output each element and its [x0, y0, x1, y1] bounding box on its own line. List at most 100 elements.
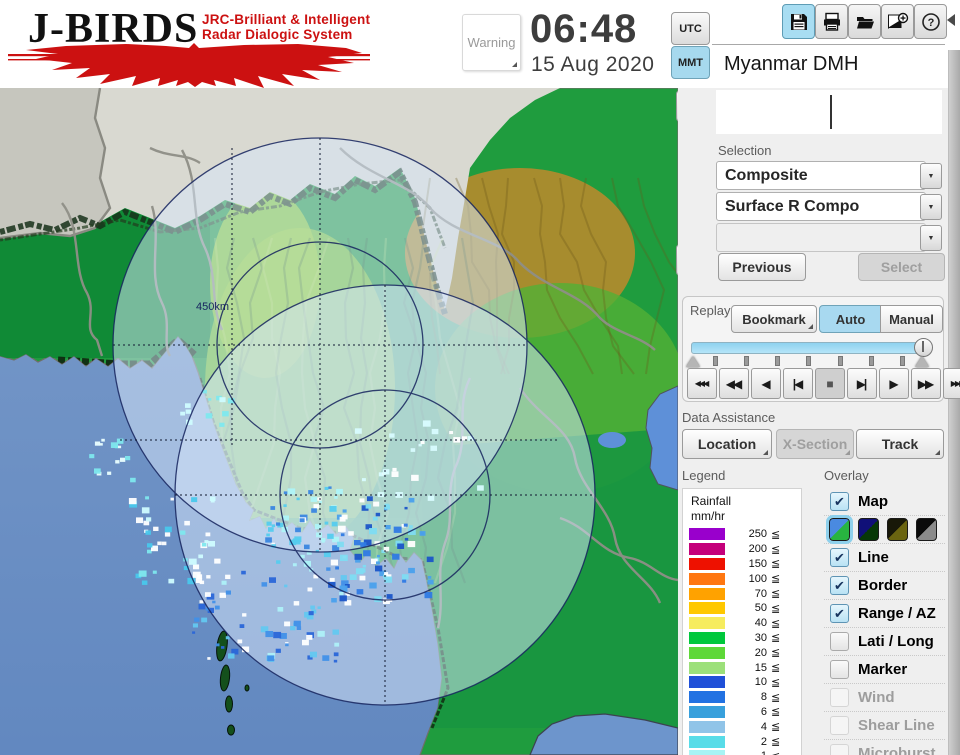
collapse-panel-arrow[interactable] — [947, 14, 955, 26]
location-button[interactable]: Location — [682, 429, 772, 459]
slider-tick — [713, 356, 718, 366]
legend-value: 20 — [754, 646, 767, 659]
replay-slider-track[interactable] — [691, 342, 923, 354]
range-ring-label: 450km — [196, 301, 229, 313]
legend-value: 15 — [754, 661, 767, 674]
legend-row: 50 ≦ — [683, 601, 801, 616]
overlay-row-line: ✔ Line — [824, 544, 945, 572]
checkbox-map[interactable]: ✔ — [830, 492, 849, 511]
dropdown-composite-arrow[interactable]: ▼ — [920, 163, 942, 189]
map-style-swatch-1[interactable] — [826, 515, 853, 544]
radar-map[interactable]: 450km — [0, 88, 678, 755]
help-button[interactable]: ? — [914, 4, 947, 39]
checkbox-microburst — [830, 744, 849, 755]
map-style-swatch-2[interactable] — [858, 518, 879, 541]
step-forward-button[interactable]: ▶| — [847, 368, 877, 399]
replay-slider-handle[interactable] — [914, 338, 933, 357]
save-icon — [790, 13, 807, 30]
previous-button[interactable]: Previous — [718, 253, 806, 281]
x-section-menu-corner — [845, 450, 850, 455]
dropdown-composite[interactable]: Composite — [716, 161, 926, 190]
auto-button[interactable]: Auto — [819, 305, 882, 333]
fast-forward-button[interactable]: ▶▶▶ — [943, 368, 960, 399]
legend-title: Rainfall — [691, 494, 732, 508]
checkbox-line[interactable]: ✔ — [830, 548, 849, 567]
open-folder-button[interactable] — [848, 4, 881, 39]
legend-row: 150 ≦ — [683, 557, 801, 572]
fast-rewind-button[interactable]: ◀◀◀ — [687, 368, 717, 399]
legend-value: 70 — [754, 587, 767, 600]
checkbox-border[interactable]: ✔ — [830, 576, 849, 595]
map-style-swatch-3[interactable] — [887, 518, 908, 541]
save-button[interactable] — [782, 4, 815, 39]
dropdown-empty-arrow[interactable]: ▼ — [920, 225, 942, 251]
legend-row: 1≦ — [683, 749, 801, 755]
legend-color-swatch — [689, 528, 725, 541]
checkbox-range-az[interactable]: ✔ — [830, 604, 849, 623]
header-bar: J-BIRDS JRC-Brilliant & Intelligent Rada… — [0, 0, 960, 88]
legend-color-swatch — [689, 587, 725, 600]
dropdown-product-arrow[interactable]: ▼ — [920, 194, 942, 220]
overlay-label: Overlay — [824, 468, 869, 483]
legend-value: 8 — [760, 691, 767, 704]
replay-group: Replay Bookmark Auto Manual ◀◀◀ ◀◀ ◀ |◀ ■ ▶| ▶… — [682, 296, 960, 402]
bookmark-menu-corner — [808, 324, 813, 329]
legend-row: 40 ≦ — [683, 616, 801, 631]
legend-value: 250 — [748, 528, 767, 541]
capture-button[interactable] — [881, 4, 914, 39]
utc-button[interactable]: UTC — [671, 12, 710, 45]
legend-lte-symbol: ≦ — [771, 573, 781, 586]
play-backward-button[interactable]: ◀ — [751, 368, 781, 399]
legend-color-swatch — [689, 691, 725, 704]
legend-color-swatch — [689, 750, 725, 755]
data-assistance-label: Data Assistance — [682, 410, 776, 425]
legend-color-swatch — [689, 572, 725, 585]
legend-color-swatch — [689, 631, 725, 644]
selection-label: Selection — [718, 143, 772, 158]
checkbox-lati-long[interactable] — [830, 632, 849, 651]
mmt-button[interactable]: MMT — [671, 46, 710, 79]
rewind-button[interactable]: ◀◀ — [719, 368, 749, 399]
legend-lte-symbol: ≦ — [771, 543, 781, 556]
dropdown-empty[interactable] — [716, 223, 926, 252]
overlay-item-label: Microburst — [858, 745, 936, 755]
legend-row: 30 ≦ — [683, 631, 801, 646]
play-forward-button[interactable]: ▶ — [879, 368, 909, 399]
clock-date: 15 Aug 2020 — [531, 53, 655, 76]
slider-start-marker[interactable] — [686, 356, 700, 367]
station-input[interactable] — [716, 90, 942, 134]
select-button[interactable]: Select — [858, 253, 945, 281]
legend-color-swatch — [689, 543, 725, 556]
playback-controls: ◀◀◀◀◀◀|◀■▶|▶▶▶▶▶▶ — [687, 368, 960, 399]
legend-row: 20 ≦ — [683, 645, 801, 660]
overlay-item-label: Map — [858, 493, 888, 510]
slider-tick — [806, 356, 812, 366]
forward-button[interactable]: ▶▶ — [911, 368, 941, 399]
track-button[interactable]: Track — [856, 429, 944, 459]
map-style-swatch-4[interactable] — [916, 518, 937, 541]
panel-edge-strip[interactable] — [948, 50, 960, 755]
overlay-item-label: Wind — [858, 689, 895, 706]
checkbox-marker[interactable] — [830, 660, 849, 679]
legend-value: 10 — [754, 676, 767, 689]
dropdown-product[interactable]: Surface R Compo — [716, 192, 926, 221]
legend-value: 1 — [725, 750, 767, 755]
capture-icon — [887, 12, 908, 29]
warning-button[interactable]: Warning — [462, 14, 521, 71]
print-button[interactable] — [815, 4, 848, 39]
manual-button[interactable]: Manual — [880, 305, 943, 333]
legend-color-swatch — [689, 617, 725, 630]
slider-end-marker[interactable] — [915, 356, 929, 367]
checkbox-wind — [830, 688, 849, 707]
overlay-item-label: Range / AZ — [858, 605, 936, 622]
station-name: Myanmar DMH — [716, 47, 952, 82]
bookmark-button[interactable]: Bookmark — [731, 305, 817, 333]
overlay-row-border: ✔ Border — [824, 572, 945, 600]
legend-lte-symbol: ≦ — [771, 602, 781, 615]
step-backward-button[interactable]: |◀ — [783, 368, 813, 399]
legend-row: 200 ≦ — [683, 542, 801, 557]
x-section-button[interactable]: X-Section — [776, 429, 854, 459]
legend-value: 2 — [760, 735, 767, 748]
overlay-row-shear-line: Shear Line — [824, 712, 945, 740]
stop-button[interactable]: ■ — [815, 368, 845, 399]
